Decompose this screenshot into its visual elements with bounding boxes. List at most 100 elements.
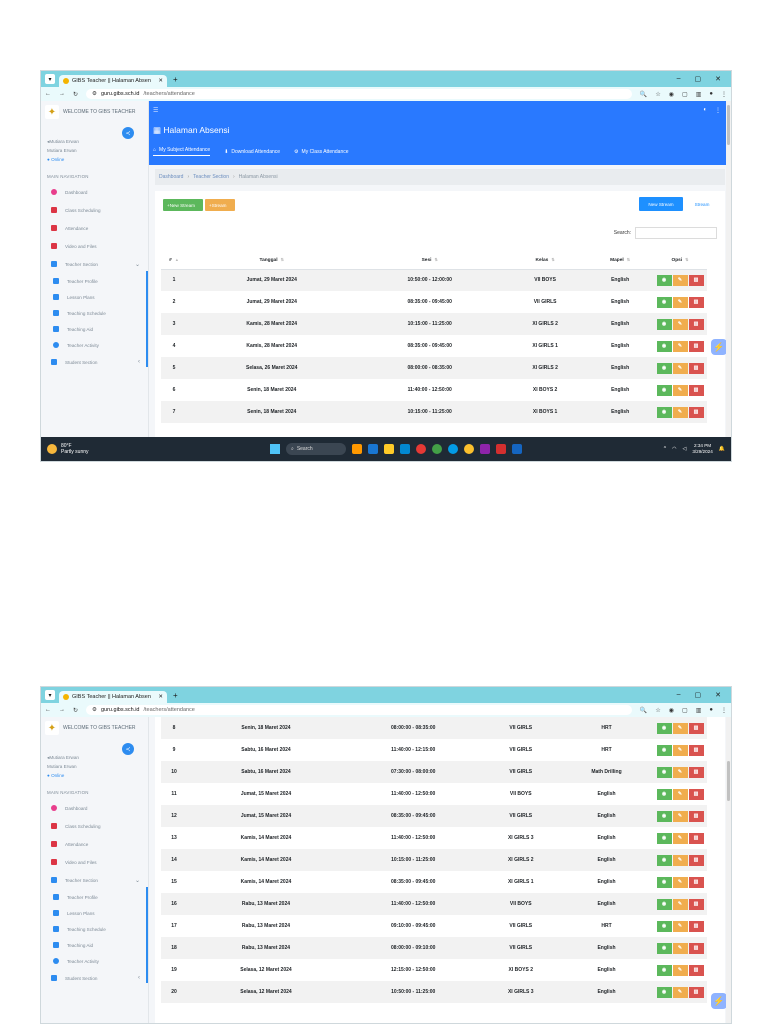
forward-icon[interactable]: → <box>59 707 65 713</box>
edit-button[interactable]: ✎ <box>672 340 688 352</box>
column-header[interactable]: Kelas ⇅ <box>503 251 588 270</box>
browser-tab[interactable]: GIBS Teacher || Halaman Absen ✕ <box>59 691 167 703</box>
view-button[interactable]: ◉ <box>656 384 672 396</box>
edit-button[interactable]: ✎ <box>672 274 688 286</box>
sidebar-toggle-icon[interactable]: ≺ <box>122 127 134 139</box>
view-button[interactable]: ◉ <box>656 362 672 374</box>
floating-action-icon[interactable]: ⚡ <box>711 339 727 355</box>
folder-icon[interactable] <box>384 444 394 454</box>
zoom-icon[interactable]: 🔍 <box>640 707 647 714</box>
sidebar-item-video-files[interactable]: Video and Files <box>41 237 148 255</box>
column-header[interactable]: Opsi ⇅ <box>653 251 707 270</box>
zoom-icon[interactable]: 🔍 <box>640 91 647 98</box>
delete-button[interactable]: ▥ <box>688 340 704 352</box>
volume-icon[interactable]: ◁ <box>682 446 686 452</box>
view-button[interactable]: ◉ <box>656 318 672 330</box>
edit-button[interactable]: ✎ <box>672 832 688 844</box>
notification-icon[interactable]: 🔔 <box>719 446 725 452</box>
word-icon[interactable] <box>512 444 522 454</box>
url-input[interactable]: ⚙ guru.gibs.sch.id/teachers/attendance <box>86 89 632 99</box>
reload-icon[interactable]: ↻ <box>73 707 78 714</box>
extensions-puzzle-icon[interactable]: ▢ <box>682 707 688 714</box>
delete-button[interactable]: ▥ <box>688 274 704 286</box>
view-button[interactable]: ◉ <box>656 744 672 756</box>
edit-button[interactable]: ✎ <box>672 876 688 888</box>
store-icon[interactable] <box>400 444 410 454</box>
delete-button[interactable]: ▥ <box>688 942 704 954</box>
wifi-icon[interactable]: ◠ <box>672 446 676 452</box>
restore-icon[interactable]: ▢ <box>695 691 702 699</box>
sidebar-item-video-files[interactable]: Video and Files <box>41 853 148 871</box>
edit-button[interactable]: ✎ <box>672 810 688 822</box>
sidebar-item-dashboard[interactable]: Dashboard <box>41 799 148 817</box>
view-button[interactable]: ◉ <box>656 406 672 418</box>
site-info-icon[interactable]: ⚙ <box>92 91 97 97</box>
view-button[interactable]: ◉ <box>656 274 672 286</box>
delete-button[interactable]: ▥ <box>688 766 704 778</box>
bookmark-star-icon[interactable]: ☆ <box>655 707 660 714</box>
edit-button[interactable]: ✎ <box>672 920 688 932</box>
page-scrollbar[interactable] <box>726 717 731 1023</box>
sidebar-item-lesson-plans[interactable]: Lesson Plans <box>41 289 148 305</box>
taskbar-search-input[interactable]: ⌕ Search <box>286 443 346 455</box>
restore-icon[interactable]: ▢ <box>695 75 702 83</box>
scroll-thumb[interactable] <box>727 105 730 145</box>
column-header[interactable]: Sesi ⇅ <box>356 251 503 270</box>
tab-search-icon[interactable]: ▾ <box>45 74 55 84</box>
sidebar-item-teaching-aid[interactable]: Teaching Aid <box>41 321 148 337</box>
delete-button[interactable]: ▥ <box>688 832 704 844</box>
delete-button[interactable]: ▥ <box>688 722 704 734</box>
delete-button[interactable]: ▥ <box>688 318 704 330</box>
tab-my-class-attendance[interactable]: ⚙ My Class Attendance <box>294 147 348 156</box>
close-window-icon[interactable]: ✕ <box>715 691 721 699</box>
breadcrumb-dashboard[interactable]: Dashboard <box>159 174 183 180</box>
site-info-icon[interactable]: ⚙ <box>92 707 97 713</box>
more-icon[interactable]: ⋮ <box>715 107 721 114</box>
bookmark-star-icon[interactable]: ☆ <box>655 91 660 98</box>
extension-icon[interactable]: ◉ <box>669 91 674 98</box>
view-button[interactable]: ◉ <box>656 986 672 998</box>
view-button[interactable]: ◉ <box>656 942 672 954</box>
sidebar-item-student-section[interactable]: Student Section ‹ <box>41 353 148 371</box>
sidebar-item-class-scheduling[interactable]: Class Scheduling <box>41 817 148 835</box>
close-tab-icon[interactable]: ✕ <box>158 78 163 84</box>
edit-button[interactable]: ✎ <box>672 964 688 976</box>
new-tab-icon[interactable]: + <box>173 691 178 700</box>
delete-button[interactable]: ▥ <box>688 384 704 396</box>
sidebar-item-teacher-section[interactable]: Teacher Section ⌄ <box>41 255 148 273</box>
chrome-icon[interactable] <box>416 444 426 454</box>
edit-button[interactable]: ✎ <box>672 766 688 778</box>
sidebar-item-lesson-plans[interactable]: Lesson Plans <box>41 905 148 921</box>
edit-button[interactable]: ✎ <box>672 318 688 330</box>
minimize-icon[interactable]: – <box>677 691 681 699</box>
search-input[interactable] <box>635 227 717 239</box>
reload-icon[interactable]: ↻ <box>73 91 78 98</box>
tab-my-subject-attendance[interactable]: ⌂ My Subject Attendance <box>153 147 211 156</box>
view-button[interactable]: ◉ <box>656 766 672 778</box>
extensions-puzzle-icon[interactable]: ▢ <box>682 91 688 98</box>
chrome-icon[interactable] <box>464 444 474 454</box>
sidebar-toggle-icon[interactable]: ≺ <box>122 743 134 755</box>
new-stream-button[interactable]: New Stream <box>639 197 683 211</box>
clock[interactable]: 2:34 PM 3/29/2024 <box>692 443 712 455</box>
view-button[interactable]: ◉ <box>656 920 672 932</box>
view-button[interactable]: ◉ <box>656 788 672 800</box>
delete-button[interactable]: ▥ <box>688 788 704 800</box>
hamburger-icon[interactable]: ☰ <box>153 107 158 114</box>
sidebar-item-class-scheduling[interactable]: Class Scheduling <box>41 201 148 219</box>
delete-button[interactable]: ▥ <box>688 986 704 998</box>
edit-button[interactable]: ✎ <box>672 854 688 866</box>
sidebar-item-teacher-section[interactable]: Teacher Section ⌄ <box>41 871 148 889</box>
scroll-thumb[interactable] <box>727 761 730 801</box>
back-icon[interactable]: ← <box>45 91 51 97</box>
sidebar-item-attendance[interactable]: Attendance <box>41 219 148 237</box>
edit-button[interactable]: ✎ <box>672 296 688 308</box>
delete-button[interactable]: ▥ <box>688 964 704 976</box>
sidepanel-icon[interactable]: ▥ <box>696 707 702 714</box>
sidebar-item-dashboard[interactable]: Dashboard <box>41 183 148 201</box>
edit-button[interactable]: ✎ <box>672 986 688 998</box>
kebab-menu-icon[interactable]: ⋮ <box>721 91 727 98</box>
view-button[interactable]: ◉ <box>656 964 672 976</box>
sidebar-item-teacher-activity[interactable]: Teacher Activity <box>41 337 148 353</box>
sidebar-item-teacher-activity[interactable]: Teacher Activity <box>41 953 148 969</box>
